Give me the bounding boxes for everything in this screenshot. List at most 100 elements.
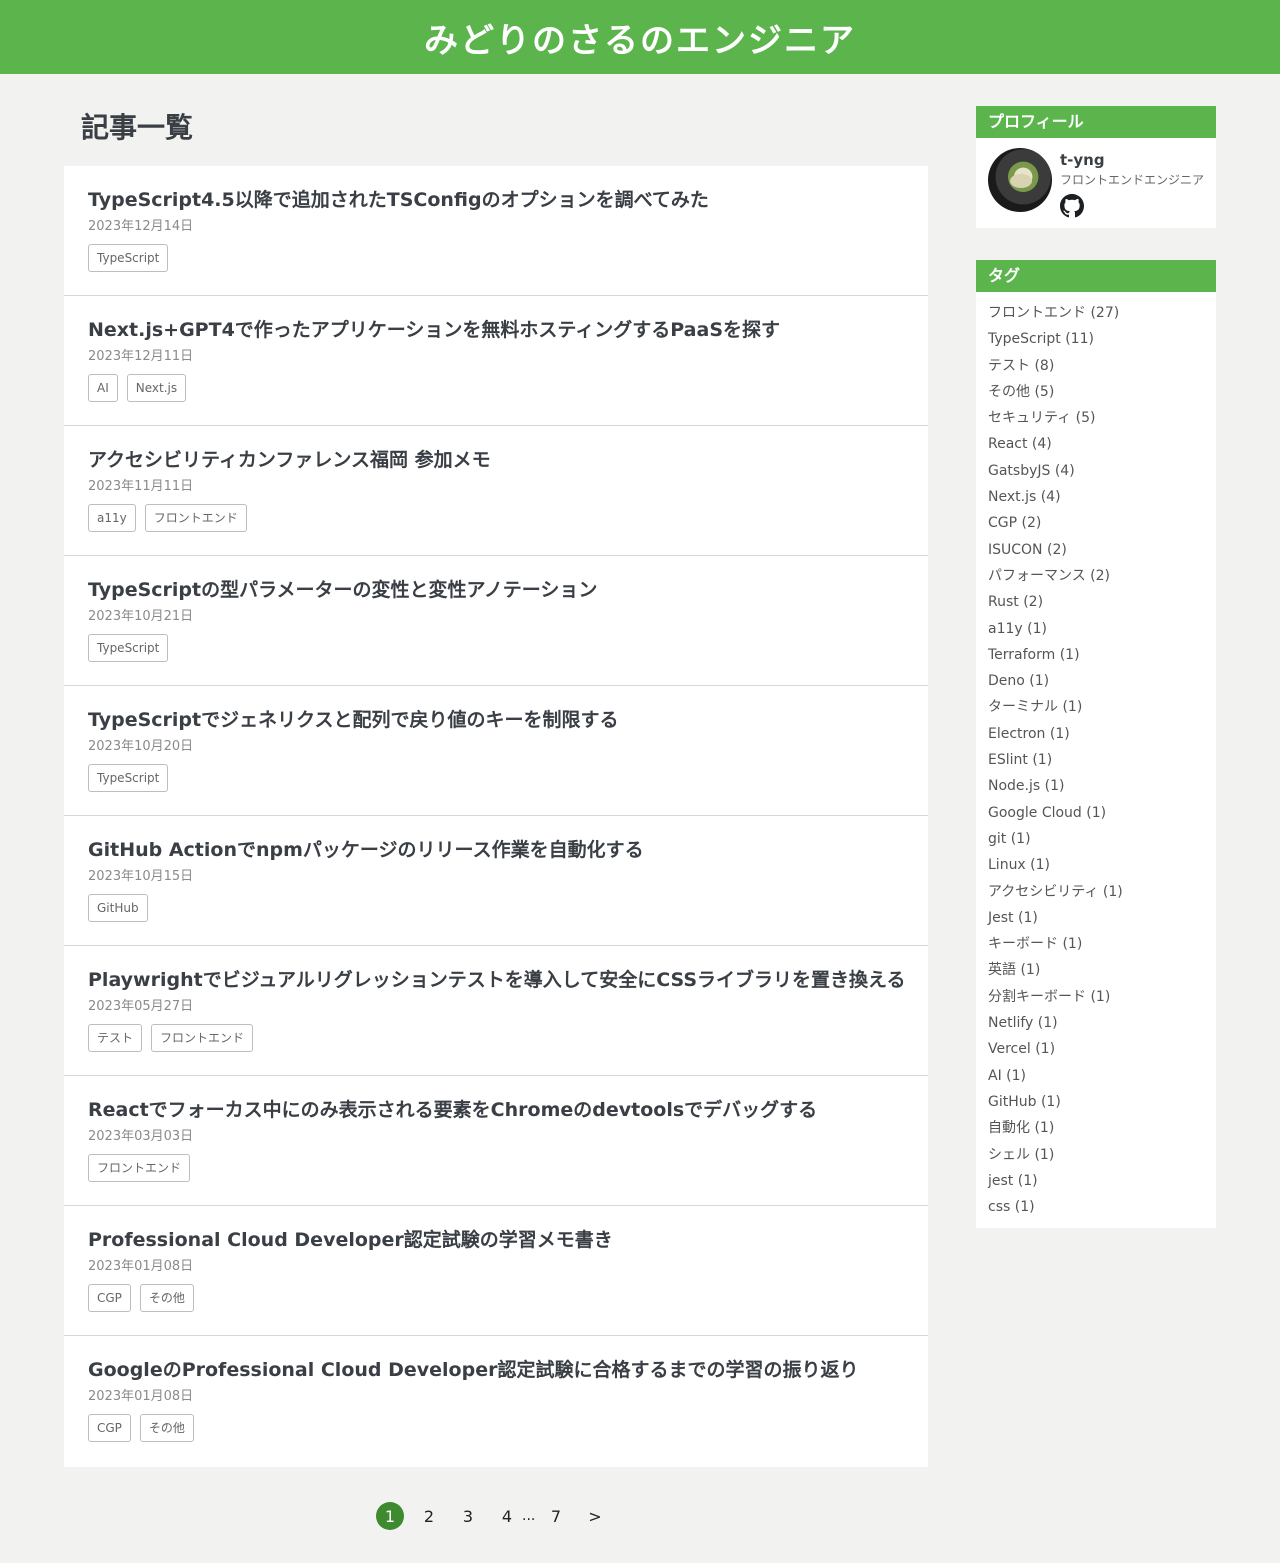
tag-list-item[interactable]: Jest (1) [988, 905, 1204, 931]
site-title-link[interactable]: みどりのさるのエンジニア [424, 13, 856, 62]
tag-list-item[interactable]: TypeScript (11) [988, 326, 1204, 352]
tag-list-item[interactable]: アクセシビリティ (1) [988, 879, 1204, 905]
article-tags: TypeScript [88, 244, 904, 272]
tag-chip[interactable]: テスト [88, 1024, 143, 1052]
tag-list-item[interactable]: 英語 (1) [988, 957, 1204, 983]
tag-list-item[interactable]: シェル (1) [988, 1142, 1204, 1168]
profile-widget-header: プロフィール [976, 106, 1216, 138]
tag-list-item[interactable]: Rust (2) [988, 589, 1204, 615]
article-title-link[interactable]: Reactでフォーカス中にのみ表示される要素をChromeのdevtoolsでデ… [88, 1098, 904, 1122]
tag-list-item[interactable]: 自動化 (1) [988, 1115, 1204, 1141]
github-icon[interactable] [1060, 194, 1084, 218]
article-date: 2023年01月08日 [88, 1259, 194, 1274]
article-date: 2023年12月11日 [88, 349, 194, 364]
tag-chip[interactable]: その他 [139, 1414, 194, 1442]
tag-list-item[interactable]: ESlint (1) [988, 747, 1204, 773]
tag-list-item[interactable]: パフォーマンス (2) [988, 563, 1204, 589]
tag-chip[interactable]: その他 [139, 1284, 194, 1312]
tag-chip[interactable]: CGP [88, 1414, 131, 1442]
tag-list-item[interactable]: GatsbyJS (4) [988, 458, 1204, 484]
tag-chip[interactable]: a11y [88, 504, 136, 532]
article-date: 2023年10月21日 [88, 609, 194, 624]
article-list: TypeScript4.5以降で追加されたTSConfigのオプションを調べてみ… [64, 166, 928, 1467]
page-link[interactable]: 4 [493, 1502, 521, 1530]
tag-list-item[interactable]: Node.js (1) [988, 773, 1204, 799]
article-item: GitHub Actionでnpmパッケージのリリース作業を自動化する 2023年… [64, 816, 928, 946]
avatar [988, 148, 1052, 212]
tag-list-item[interactable]: Vercel (1) [988, 1036, 1204, 1062]
article-tags: a11y フロントエンド [88, 504, 904, 532]
article-date: 2023年10月15日 [88, 869, 194, 884]
article-title-link[interactable]: GoogleのProfessional Cloud Developer認定試験に… [88, 1358, 904, 1382]
tag-list-item[interactable]: CGP (2) [988, 510, 1204, 536]
tag-list-item[interactable]: Terraform (1) [988, 642, 1204, 668]
tag-list-item[interactable]: セキュリティ (5) [988, 405, 1204, 431]
article-tags: CGP その他 [88, 1414, 904, 1442]
tag-list-item[interactable]: 分割キーボード (1) [988, 984, 1204, 1010]
article-tags: TypeScript [88, 764, 904, 792]
tag-list-item[interactable]: React (4) [988, 431, 1204, 457]
tag-list-item[interactable]: フロントエンド (27) [988, 300, 1204, 326]
article-title-link[interactable]: Professional Cloud Developer認定試験の学習メモ書き [88, 1228, 904, 1252]
profile-body: t-yng フロントエンドエンジニア [976, 138, 1216, 228]
article-item: アクセシビリティカンファレンス福岡 参加メモ 2023年11月11日 a11y フロン… [64, 426, 928, 556]
article-item: GoogleのProfessional Cloud Developer認定試験に… [64, 1336, 928, 1467]
tag-list-item[interactable]: テスト (8) [988, 353, 1204, 379]
tag-list-item[interactable]: a11y (1) [988, 616, 1204, 642]
profile-widget: プロフィール t-yng フロントエンドエンジニア [976, 106, 1216, 228]
article-item: TypeScriptの型パラメーターの変性と変性アノテーション 2023年10月2… [64, 556, 928, 686]
article-item: TypeScriptでジェネリクスと配列で戻り値のキーを制限する 2023年10月… [64, 686, 928, 816]
tag-chip[interactable]: TypeScript [88, 244, 169, 272]
article-title-link[interactable]: GitHub Actionでnpmパッケージのリリース作業を自動化する [88, 838, 904, 862]
article-date: 2023年05月27日 [88, 999, 194, 1014]
tag-list-item[interactable]: ISUCON (2) [988, 537, 1204, 563]
article-title-link[interactable]: TypeScriptの型パラメーターの変性と変性アノテーション [88, 578, 904, 602]
tag-list-item[interactable]: Electron (1) [988, 721, 1204, 747]
page-ellipsis: ... [522, 1508, 536, 1524]
tag-chip[interactable]: GitHub [88, 894, 148, 922]
next-page-button[interactable]: > [581, 1502, 609, 1530]
article-tags: テスト フロントエンド [88, 1024, 904, 1052]
tag-list-item[interactable]: Netlify (1) [988, 1010, 1204, 1036]
page-link[interactable]: 2 [415, 1502, 443, 1530]
tag-list-item[interactable]: Next.js (4) [988, 484, 1204, 510]
article-item: Professional Cloud Developer認定試験の学習メモ書き 2… [64, 1206, 928, 1336]
tag-list-item[interactable]: Deno (1) [988, 668, 1204, 694]
article-title-link[interactable]: アクセシビリティカンファレンス福岡 参加メモ [88, 448, 904, 472]
article-title-link[interactable]: Playwrightでビジュアルリグレッションテストを導入して安全にCSSライブ… [88, 968, 905, 992]
tag-list-item[interactable]: jest (1) [988, 1168, 1204, 1194]
article-title-link[interactable]: TypeScriptでジェネリクスと配列で戻り値のキーを制限する [88, 708, 904, 732]
tag-chip[interactable]: Next.js [126, 374, 187, 402]
article-date: 2023年01月08日 [88, 1389, 194, 1404]
tag-chip[interactable]: フロントエンド [151, 1024, 254, 1052]
tag-list-item[interactable]: Linux (1) [988, 852, 1204, 878]
tag-chip[interactable]: CGP [88, 1284, 131, 1312]
tag-list-item[interactable]: css (1) [988, 1194, 1204, 1220]
profile-info: t-yng フロントエンドエンジニア [1060, 148, 1204, 218]
tag-list-item[interactable]: Google Cloud (1) [988, 800, 1204, 826]
page-current[interactable]: 1 [376, 1502, 404, 1530]
page-link[interactable]: 3 [454, 1502, 482, 1530]
tag-list-item[interactable]: キーボード (1) [988, 931, 1204, 957]
tag-list-item[interactable]: ターミナル (1) [988, 694, 1204, 720]
article-item: Next.js+GPT4で作ったアプリケーションを無料ホスティングするPaaSを… [64, 296, 928, 426]
profile-role: フロントエンドエンジニア [1060, 173, 1205, 187]
tag-chip[interactable]: TypeScript [88, 634, 169, 662]
article-title-link[interactable]: Next.js+GPT4で作ったアプリケーションを無料ホスティングするPaaSを… [88, 318, 904, 342]
page-link-last[interactable]: 7 [542, 1502, 570, 1530]
pagination: 1 2 3 4... 7 > [376, 1502, 620, 1530]
tag-list-item[interactable]: AI (1) [988, 1063, 1204, 1089]
tag-list-item[interactable]: その他 (5) [988, 379, 1204, 405]
tag-chip[interactable]: フロントエンド [88, 1154, 191, 1182]
page-title: 記事一覧 [81, 111, 194, 144]
tag-chip[interactable]: フロントエンド [144, 504, 247, 532]
article-tags: TypeScript [88, 634, 904, 662]
article-title-link[interactable]: TypeScript4.5以降で追加されたTSConfigのオプションを調べてみ… [88, 188, 904, 212]
article-tags: GitHub [88, 894, 904, 922]
tag-chip[interactable]: TypeScript [88, 764, 169, 792]
tag-list-item[interactable]: git (1) [988, 826, 1204, 852]
tag-list: フロントエンド (27) TypeScript (11) テスト (8) その他 (5… [976, 292, 1216, 1228]
tag-list-item[interactable]: GitHub (1) [988, 1089, 1204, 1115]
tag-chip[interactable]: AI [88, 374, 118, 402]
sidebar: プロフィール t-yng フロントエンドエンジニア タグ フロントエンド (27… [976, 106, 1216, 1260]
